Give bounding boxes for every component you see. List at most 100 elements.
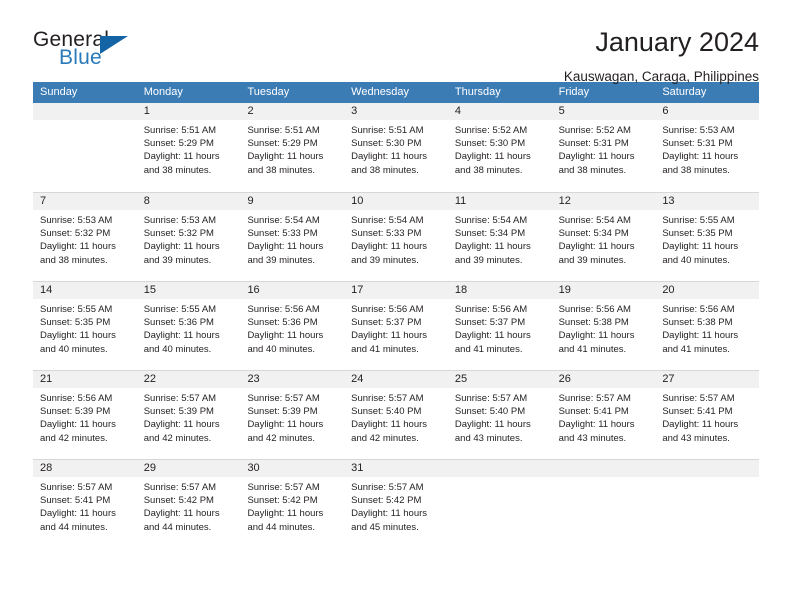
day-info-line: and 39 minutes. [351,254,419,266]
weekday-header-monday: Monday [143,86,183,98]
day-info-line: Daylight: 11 hours [351,151,428,163]
day-sun-info: Sunrise: 5:56 AM Sunset: 5:38 PM Daylight:… [552,299,656,356]
day-info-line: Daylight: 11 hours [351,508,428,520]
day-sun-info: Sunrise: 5:55 AM Sunset: 5:35 PM Daylight:… [33,299,137,356]
day-sun-info: Sunrise: 5:56 AM Sunset: 5:36 PM Daylight:… [240,299,344,356]
day-info-line: Sunset: 5:31 PM [558,138,629,150]
day-info-line: and 43 minutes. [454,432,523,444]
day-info-line: and 39 minutes. [143,254,212,266]
day-cell-9[interactable]: 9 Sunrise: 5:54 AM Sunset: 5:33 PM Daylight… [240,193,345,281]
day-cell-30[interactable]: 30 Sunrise: 5:57 AM Sunset: 5:42 PM Dayligh… [240,460,345,548]
day-cell-31[interactable]: 31 Sunrise: 5:57 AM Sunset: 5:42 PM Dayligh… [344,460,448,548]
day-sun-info: Sunrise: 5:52 AM Sunset: 5:30 PM Daylight:… [448,120,552,177]
day-info-line: Daylight: 11 hours [351,330,428,342]
day-cell-14[interactable]: 14 Sunrise: 5:55 AM Sunset: 5:35 PM Dayligh… [33,282,137,370]
day-cell-17[interactable]: 17 Sunrise: 5:56 AM Sunset: 5:37 PM Dayligh… [344,282,448,370]
day-cell-18[interactable]: 18 Sunrise: 5:56 AM Sunset: 5:37 PM Dayligh… [447,282,552,370]
day-number: 25 [447,371,552,388]
day-info-line: Sunrise: 5:51 AM [351,125,424,136]
day-cell-4[interactable]: 4 Sunrise: 5:52 AM Sunset: 5:30 PM Daylight… [447,103,552,192]
day-cell-23[interactable]: 23 Sunrise: 5:57 AM Sunset: 5:39 PM Dayligh… [240,371,345,459]
day-sun-info: Sunrise: 5:54 AM Sunset: 5:33 PM Daylight:… [240,210,344,267]
day-info-line: and 38 minutes. [40,254,108,266]
day-number: 12 [551,193,656,210]
day-number: 28 [33,460,137,477]
day-sun-info: Sunrise: 5:53 AM Sunset: 5:31 PM Daylight:… [655,120,759,177]
day-number: 24 [344,371,448,388]
day-info-line: Daylight: 11 hours [247,151,324,163]
day-sun-info: Sunrise: 5:56 AM Sunset: 5:37 PM Daylight:… [448,299,552,356]
day-cell-12[interactable]: 12 Sunrise: 5:54 AM Sunset: 5:34 PM Dayligh… [551,193,656,281]
day-cell-27[interactable]: 27 Sunrise: 5:57 AM Sunset: 5:41 PM Dayligh… [655,371,760,459]
day-number: 20 [655,282,760,299]
day-cell-5[interactable]: 5 Sunrise: 5:52 AM Sunset: 5:31 PM Daylight… [551,103,656,192]
day-number: 11 [447,193,552,210]
day-number: 4 [447,103,552,120]
day-info-line: and 43 minutes. [558,432,627,444]
day-sun-info: Sunrise: 5:57 AM Sunset: 5:39 PM Daylight:… [240,388,344,445]
day-info-line: Sunset: 5:38 PM [558,317,629,329]
day-cell-24[interactable]: 24 Sunrise: 5:57 AM Sunset: 5:40 PM Dayligh… [344,371,448,459]
weekday-header-saturday: Saturday [662,86,707,98]
day-cell-15[interactable]: 15 Sunrise: 5:55 AM Sunset: 5:36 PM Dayligh… [136,282,241,370]
day-info-line: Daylight: 11 hours [247,419,324,431]
day-info-line: Daylight: 11 hours [351,419,428,431]
day-info-line: and 43 minutes. [662,432,730,444]
day-info-line: and 44 minutes. [247,521,316,533]
day-cell-11[interactable]: 11 Sunrise: 5:54 AM Sunset: 5:34 PM Dayligh… [447,193,552,281]
day-cell-2[interactable]: 2 Sunrise: 5:51 AM Sunset: 5:29 PM Daylight… [240,103,345,192]
day-info-line: Sunset: 5:29 PM [143,138,214,150]
day-number: 18 [447,282,552,299]
day-cell-7[interactable]: 7 Sunrise: 5:53 AM Sunset: 5:32 PM Daylight… [33,193,137,281]
day-cell-6[interactable]: 6 Sunrise: 5:53 AM Sunset: 5:31 PM Daylight… [655,103,760,192]
day-info-line: Sunrise: 5:56 AM [558,304,631,315]
day-info-line: Sunset: 5:29 PM [247,138,318,150]
day-sun-info: Sunrise: 5:52 AM Sunset: 5:31 PM Daylight:… [552,120,656,177]
day-number: 13 [655,193,760,210]
day-sun-info: Sunrise: 5:57 AM Sunset: 5:40 PM Daylight:… [344,388,448,445]
day-number: 27 [655,371,760,388]
day-sun-info: Sunrise: 5:53 AM Sunset: 5:32 PM Daylight:… [137,210,241,267]
day-cell-28[interactable]: 28 Sunrise: 5:57 AM Sunset: 5:41 PM Dayligh… [33,460,137,548]
day-number: 9 [240,193,345,210]
day-cell-1[interactable]: 1 Sunrise: 5:51 AM Sunset: 5:29 PM Daylight… [136,103,241,192]
day-number: 21 [33,371,137,388]
day-number: 16 [240,282,345,299]
day-info-line: Daylight: 11 hours [351,241,428,253]
day-cell-22[interactable]: 22 Sunrise: 5:57 AM Sunset: 5:39 PM Dayligh… [136,371,241,459]
day-sun-info: Sunrise: 5:51 AM Sunset: 5:29 PM Daylight:… [240,120,344,177]
day-cell-20[interactable]: 20 Sunrise: 5:56 AM Sunset: 5:38 PM Dayligh… [655,282,760,370]
weekday-header-sunday: Sunday [40,86,78,98]
day-cell-3[interactable]: 3 Sunrise: 5:51 AM Sunset: 5:30 PM Daylight… [344,103,448,192]
day-cell-10[interactable]: 10 Sunrise: 5:54 AM Sunset: 5:33 PM Dayligh… [344,193,448,281]
day-sun-info: Sunrise: 5:54 AM Sunset: 5:34 PM Daylight:… [552,210,656,267]
day-info-line: Sunrise: 5:53 AM [662,125,735,136]
day-cell-29[interactable]: 29 Sunrise: 5:57 AM Sunset: 5:42 PM Dayligh… [136,460,241,548]
day-info-line: Sunrise: 5:57 AM [351,393,424,404]
day-cell-16[interactable]: 16 Sunrise: 5:56 AM Sunset: 5:36 PM Dayligh… [240,282,345,370]
day-info-line: and 41 minutes. [662,343,730,355]
day-number: 3 [344,103,448,120]
day-info-line: Sunrise: 5:55 AM [143,304,217,315]
day-info-line: Sunset: 5:33 PM [247,228,318,240]
day-info-line: and 41 minutes. [454,343,523,355]
day-cell-21[interactable]: 21 Sunrise: 5:56 AM Sunset: 5:39 PM Dayligh… [33,371,137,459]
day-number: 17 [344,282,448,299]
day-cell-19[interactable]: 19 Sunrise: 5:56 AM Sunset: 5:38 PM Dayligh… [551,282,656,370]
weekday-header-wednesday: Wednesday [351,86,410,98]
day-info-line: Sunset: 5:42 PM [143,495,214,507]
calendar-week-row: 1 Sunrise: 5:51 AM Sunset: 5:29 PM Daylight… [33,103,760,192]
day-info-line: Daylight: 11 hours [662,151,739,163]
day-cell-13[interactable]: 13 Sunrise: 5:55 AM Sunset: 5:35 PM Dayligh… [655,193,760,281]
day-info-line: Daylight: 11 hours [143,419,220,431]
day-info-line: and 38 minutes. [454,164,523,176]
day-info-line: Sunset: 5:32 PM [40,228,111,240]
day-cell-25[interactable]: 25 Sunrise: 5:57 AM Sunset: 5:40 PM Dayligh… [447,371,552,459]
day-cell-26[interactable]: 26 Sunrise: 5:57 AM Sunset: 5:41 PM Dayligh… [551,371,656,459]
day-info-line: Sunrise: 5:56 AM [662,304,735,315]
day-cell-8[interactable]: 8 Sunrise: 5:53 AM Sunset: 5:32 PM Daylight… [136,193,241,281]
day-number: 19 [551,282,656,299]
day-info-line: Sunrise: 5:54 AM [454,215,528,226]
day-sun-info: Sunrise: 5:53 AM Sunset: 5:32 PM Daylight:… [33,210,137,267]
title-block: January 2024 Kauswagan, Caraga, Philippi… [564,26,759,86]
